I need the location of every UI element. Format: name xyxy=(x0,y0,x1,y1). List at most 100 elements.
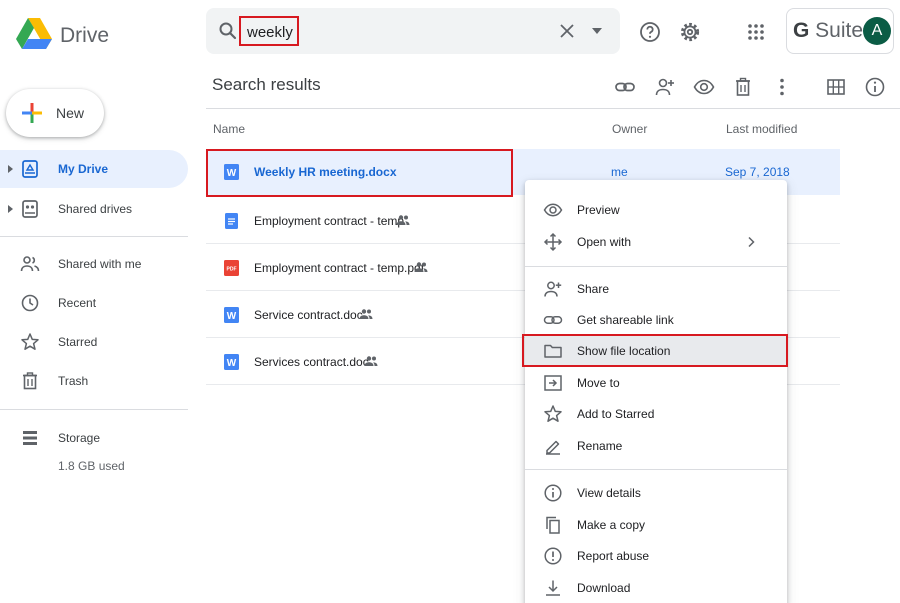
sidebar-item-trash[interactable]: Trash xyxy=(0,362,188,400)
file-name: Employment contract - temp xyxy=(254,214,405,228)
expand-arrow-icon[interactable] xyxy=(8,205,13,213)
more-vert-icon[interactable] xyxy=(771,76,793,98)
menu-item-label: Open with xyxy=(577,235,632,249)
sidebar-item-my-drive[interactable]: My Drive xyxy=(0,150,188,188)
drive-logo-icon[interactable] xyxy=(16,16,52,52)
clear-search-icon[interactable] xyxy=(558,22,576,40)
download-icon xyxy=(546,580,560,596)
menu-item-label: Move to xyxy=(577,376,620,390)
add-person-icon[interactable] xyxy=(654,76,676,98)
my-drive-icon xyxy=(22,160,38,178)
clock-icon xyxy=(21,294,39,312)
word-file-icon: W xyxy=(224,354,239,370)
open-with-icon xyxy=(543,232,563,252)
shared-icon xyxy=(396,215,410,225)
toolbar-divider xyxy=(206,108,900,109)
app-name: Drive xyxy=(60,24,110,47)
help-icon[interactable] xyxy=(638,20,662,44)
menu-item-view-details[interactable]: View details xyxy=(525,478,787,508)
chevron-right-icon xyxy=(748,236,755,248)
pencil-icon xyxy=(546,440,560,455)
apps-grid-icon[interactable] xyxy=(744,20,768,44)
search-options-caret-icon[interactable] xyxy=(592,27,602,35)
svg-text:W: W xyxy=(227,358,237,369)
shared-icon xyxy=(414,262,428,272)
page-title: Search results xyxy=(212,75,321,94)
column-header-modified[interactable]: Last modified xyxy=(726,122,797,136)
expand-arrow-icon[interactable] xyxy=(8,165,13,173)
new-button-label: New xyxy=(56,105,85,121)
copy-icon xyxy=(546,516,560,534)
menu-item-open-with[interactable]: Open with xyxy=(525,227,787,257)
sidebar-item-starred[interactable]: Starred xyxy=(0,323,188,361)
menu-item-label: Rename xyxy=(577,439,623,453)
info-icon[interactable] xyxy=(864,76,886,98)
menu-divider xyxy=(525,469,787,470)
menu-item-label: Make a copy xyxy=(577,518,646,532)
svg-text:W: W xyxy=(227,311,237,322)
link-icon[interactable] xyxy=(614,76,636,98)
plus-icon xyxy=(22,103,42,123)
eye-icon[interactable] xyxy=(693,76,715,98)
sidebar-item-label: Trash xyxy=(58,374,89,388)
sidebar-item-label: Shared with me xyxy=(58,257,142,271)
menu-item-add-to-starred[interactable]: Add to Starred xyxy=(525,399,787,429)
sidebar-item-label: Storage xyxy=(58,431,101,445)
menu-item-move-to[interactable]: Move to xyxy=(525,368,787,398)
sidebar-item-label: My Drive xyxy=(58,162,109,176)
menu-item-report-abuse[interactable]: Report abuse xyxy=(525,541,787,571)
menu-item-label: Preview xyxy=(577,203,620,217)
report-icon xyxy=(544,547,562,565)
eye-icon xyxy=(543,203,563,217)
menu-item-preview[interactable]: Preview xyxy=(525,195,787,225)
search-bar[interactable] xyxy=(206,8,620,54)
account-switcher[interactable]: G Suite A xyxy=(786,8,894,54)
menu-item-share[interactable]: Share xyxy=(525,274,787,304)
annotation-highlight-row xyxy=(206,149,513,197)
svg-text:PDF: PDF xyxy=(227,267,237,273)
sidebar-divider xyxy=(0,236,188,237)
sidebar-item-label: Recent xyxy=(58,296,97,310)
shared-icon xyxy=(359,309,373,319)
storage-icon xyxy=(23,431,37,445)
file-name: Service contract.doc xyxy=(254,308,363,322)
star-icon xyxy=(544,405,562,422)
menu-item-label: View details xyxy=(577,486,641,500)
grid-view-icon[interactable] xyxy=(825,76,847,98)
new-button[interactable]: New xyxy=(6,89,104,137)
column-header-owner[interactable]: Owner xyxy=(612,122,647,136)
menu-item-label: Add to Starred xyxy=(577,407,655,421)
menu-item-make-a-copy[interactable]: Make a copy xyxy=(525,510,787,540)
file-modified: Sep 7, 2018 xyxy=(725,165,790,179)
context-menu: Preview Open with Share Get shareable li… xyxy=(525,180,787,603)
menu-divider xyxy=(525,266,787,267)
add-person-icon xyxy=(544,281,562,297)
info-icon xyxy=(544,484,562,502)
sidebar-item-storage[interactable]: Storage xyxy=(0,419,188,457)
sidebar-item-recent[interactable]: Recent xyxy=(0,284,188,322)
settings-gear-icon[interactable] xyxy=(678,20,702,44)
move-to-icon xyxy=(544,375,562,391)
menu-item-label: Download xyxy=(577,581,631,595)
google-doc-icon xyxy=(225,213,238,229)
column-header-name[interactable]: Name xyxy=(213,122,245,136)
annotation-highlight-menu-item xyxy=(522,334,788,367)
storage-used-text: 1.8 GB used xyxy=(58,459,125,473)
sidebar-item-label: Shared drives xyxy=(58,202,133,216)
menu-item-label: Get shareable link xyxy=(577,313,674,327)
pdf-file-icon: PDF xyxy=(224,260,239,276)
word-file-icon: W xyxy=(224,307,239,323)
link-icon xyxy=(543,316,563,324)
file-owner: me xyxy=(611,165,628,179)
avatar[interactable]: A xyxy=(863,17,891,45)
annotation-highlight-search xyxy=(239,16,299,46)
people-icon xyxy=(20,256,40,272)
menu-item-get-shareable-link[interactable]: Get shareable link xyxy=(525,305,787,335)
sidebar-item-shared-drives[interactable]: Shared drives xyxy=(0,190,188,228)
search-icon[interactable] xyxy=(218,21,238,41)
sidebar-item-shared-with-me[interactable]: Shared with me xyxy=(0,245,188,283)
menu-item-rename[interactable]: Rename xyxy=(525,431,787,461)
trash-icon[interactable] xyxy=(732,76,754,98)
file-name: Employment contract - temp.pdf xyxy=(254,261,425,275)
menu-item-download[interactable]: Download xyxy=(525,573,787,603)
